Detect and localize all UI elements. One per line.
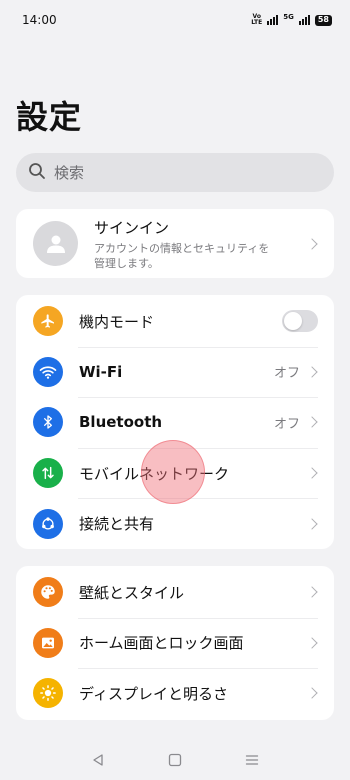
account-title: サインイン [94, 218, 170, 237]
recent-apps-button[interactable] [237, 745, 267, 775]
back-button[interactable] [83, 745, 113, 775]
chevron-right-icon [306, 637, 318, 649]
settings-item-home-lock-screen[interactable]: ホーム画面とロック画面 [16, 617, 334, 669]
signal-icon [298, 15, 310, 25]
bluetooth-icon [33, 407, 63, 438]
display-settings-group: 壁紙とスタイル ホーム画面とロック画面 ディスプレイと明るさ [16, 566, 334, 720]
settings-item-label: 接続と共有 [79, 515, 155, 534]
connectivity-settings-group: 機内モード Wi-Fi オフ Bluetooth オフ モバイルネットワーク 接… [16, 295, 334, 549]
chevron-right-icon [306, 687, 318, 700]
chevron-right-icon [306, 366, 318, 378]
wifi-icon [33, 356, 63, 387]
back-icon [93, 754, 103, 766]
person-icon [46, 235, 65, 253]
airplane-icon [33, 306, 63, 337]
brightness-icon [33, 678, 63, 709]
chevron-right-icon [306, 467, 318, 479]
settings-item-label: ホーム画面とロック画面 [79, 634, 244, 653]
settings-item-wifi[interactable]: Wi-Fi オフ [16, 346, 334, 398]
network-type: 5G [283, 13, 294, 21]
settings-item-label: ディスプレイと明るさ [79, 684, 228, 703]
account-subtitle: アカウントの情報とセキュリティを 管理します。 [94, 241, 270, 270]
airplane-mode-toggle[interactable] [282, 310, 318, 333]
search-icon [28, 162, 46, 184]
battery-icon: 58 [314, 14, 332, 26]
page-title: 設定 [16, 98, 83, 136]
settings-item-label: 機内モード [79, 312, 155, 331]
settings-item-airplane-mode[interactable]: 機内モード [16, 296, 334, 347]
volte-indicator: Vo LTE [251, 13, 263, 26]
search-input[interactable]: 検索 [16, 153, 334, 192]
settings-item-connection-sharing[interactable]: 接続と共有 [16, 498, 334, 549]
account-signin-card[interactable]: サインイン アカウントの情報とセキュリティを 管理します。 [16, 209, 334, 278]
settings-item-display-brightness[interactable]: ディスプレイと明るさ [16, 668, 334, 719]
status-bar: 14:00 Vo LTE 5G 58 [0, 0, 350, 40]
home-icon [168, 753, 182, 767]
search-placeholder: 検索 [54, 164, 85, 182]
menu-icon [245, 755, 258, 765]
chevron-right-icon [306, 237, 318, 250]
mobile-data-icon [33, 458, 63, 489]
home-button[interactable] [160, 745, 190, 775]
chevron-right-icon [306, 416, 318, 429]
settings-item-label: Bluetooth [79, 413, 163, 432]
bluetooth-status: オフ [273, 416, 300, 432]
wifi-status: オフ [273, 366, 300, 382]
status-icons: Vo LTE 5G 58 [251, 14, 332, 26]
system-nav-bar [0, 740, 350, 780]
settings-item-label: Wi-Fi [79, 362, 123, 381]
status-time: 14:00 [22, 13, 57, 27]
signal-icon [267, 15, 279, 25]
settings-item-wallpaper-style[interactable]: 壁紙とスタイル [16, 567, 334, 618]
chevron-right-icon [306, 518, 318, 530]
settings-item-label: 壁紙とスタイル [79, 583, 185, 602]
palette-icon [33, 577, 63, 608]
image-icon [33, 627, 63, 658]
share-icon [33, 508, 63, 539]
avatar [33, 221, 78, 266]
chevron-right-icon [306, 586, 318, 598]
touch-indicator [141, 440, 205, 504]
